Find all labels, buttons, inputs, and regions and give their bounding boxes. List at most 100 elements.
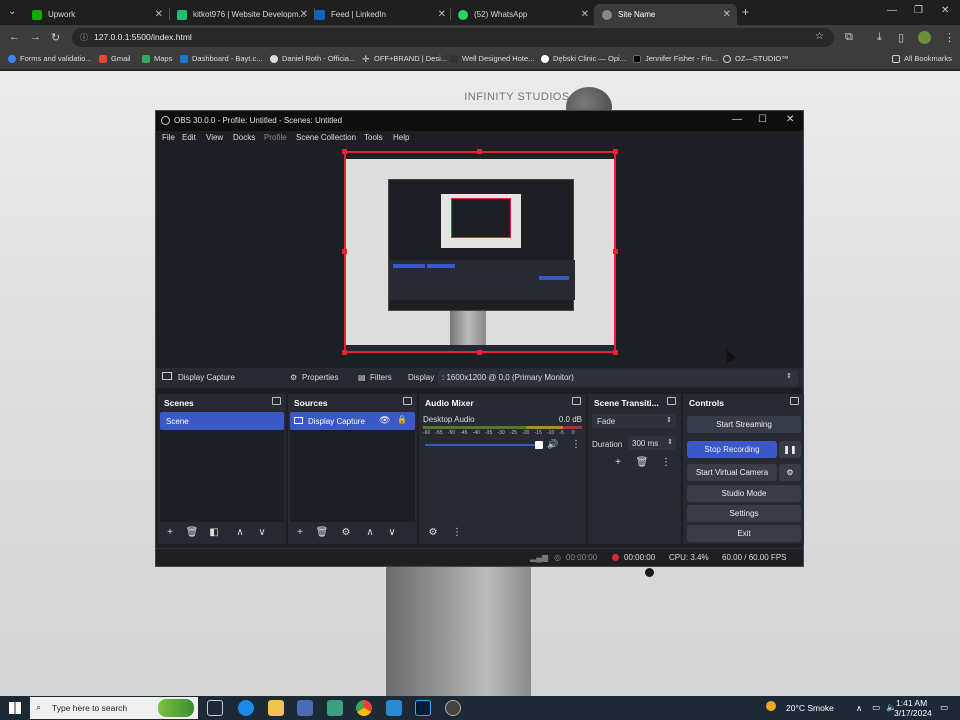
bookmark-item[interactable]: OZ—STUDIO™ [723,54,789,63]
advanced-audio-icon[interactable]: ⚙ [425,526,441,540]
popout-icon[interactable] [572,397,581,405]
bookmark-item[interactable]: Dashboard - Bayt.c... [180,54,262,63]
bookmark-item[interactable]: Gmail [99,54,131,63]
menu-kebab-icon[interactable]: ⋮ [449,526,465,540]
source-item[interactable]: Display Capture 👁 🔒 [290,412,415,430]
tab-upwork[interactable]: Upwork ✕ [24,4,169,25]
move-down-icon[interactable]: ∨ [384,526,400,540]
bookmark-item[interactable]: Dębski Clinic — Opi... [541,54,626,63]
resize-handle[interactable] [613,350,618,355]
store-icon[interactable] [297,700,313,716]
bookmark-item[interactable]: Daniel Roth - Officia... [270,54,355,63]
popout-icon[interactable] [667,397,676,405]
maximize-icon[interactable]: ❐ [914,5,923,16]
menu-edit[interactable]: Edit [182,133,196,142]
resize-handle[interactable] [342,249,347,254]
volume-slider[interactable] [425,444,539,446]
notifications-icon[interactable]: ▭ [940,702,948,713]
minimize-icon[interactable]: — [732,114,742,125]
popout-icon[interactable] [272,397,281,405]
download-icon[interactable]: ⤓ [877,31,882,44]
pause-icon[interactable]: ❚❚ [779,441,801,458]
duration-input[interactable]: 300 ms ⇕ [628,436,676,450]
site-info-icon[interactable]: ⓘ [80,32,88,43]
volume-slider-handle[interactable] [535,441,543,449]
chrome-icon[interactable] [356,700,372,716]
file-explorer-icon[interactable] [268,700,284,716]
resize-handle[interactable] [342,149,347,154]
resize-handle[interactable] [342,350,347,355]
gear-icon[interactable]: ⚙ [779,464,801,481]
move-up-icon[interactable]: ∧ [232,526,248,540]
menu-help[interactable]: Help [393,133,409,142]
obs-icon[interactable] [445,700,461,716]
tab-site-name[interactable]: Site Name ✕ [594,4,737,25]
obs-preview-area[interactable] [156,145,803,359]
minimize-icon[interactable]: — [887,5,897,16]
eye-icon[interactable]: 👁 [379,415,390,426]
weather-text[interactable]: 20°C Smoke [786,703,834,713]
close-icon[interactable]: ✕ [786,114,794,125]
menu-kebab-icon[interactable]: ⋮ [944,31,955,44]
menu-view[interactable]: View [206,133,223,142]
menu-kebab-icon[interactable]: ⋮ [658,456,674,470]
menu-kebab-icon[interactable]: ⋮ [571,439,581,450]
bookmark-item[interactable]: ✛ OFF+BRAND | Desi... [362,54,447,63]
preview-display-capture[interactable] [344,151,616,353]
trash-icon[interactable]: 🗑 [184,526,200,540]
popout-icon[interactable] [403,397,412,405]
menu-profile[interactable]: Profile [264,133,287,142]
all-bookmarks-button[interactable]: All Bookmarks [892,54,952,63]
windows-start-icon[interactable] [9,702,21,714]
scene-item[interactable]: Scene [160,412,284,430]
add-transition-button[interactable]: + [610,456,626,470]
bookmark-item[interactable]: Jennifer Fisher - Fin... [633,54,718,63]
start-virtual-camera-button[interactable]: Start Virtual Camera [687,464,777,481]
close-icon[interactable]: ✕ [723,9,731,20]
lock-icon[interactable]: 🔒 [397,415,407,424]
speaker-icon[interactable]: 🔊 [547,439,558,450]
gear-icon[interactable]: ⚙ [338,526,354,540]
vscode-icon[interactable] [386,700,402,716]
move-down-icon[interactable]: ∨ [254,526,270,540]
photoshop-icon[interactable] [415,700,431,716]
taskbar-search[interactable]: ⌕ Type here to search [30,697,198,719]
settings-button[interactable]: Settings [687,505,801,522]
filters-button[interactable]: Filters [370,373,392,382]
close-icon[interactable]: ✕ [581,9,589,20]
transition-select[interactable]: Fade ⇕ [592,414,676,428]
close-icon[interactable]: ✕ [155,9,163,20]
close-icon[interactable]: ✕ [438,9,446,20]
resize-handle[interactable] [477,149,482,154]
studio-mode-button[interactable]: Studio Mode [687,485,801,502]
trash-icon[interactable]: 🗑 [634,456,650,470]
tray-chevron-icon[interactable]: ∧ [856,703,862,714]
menu-docks[interactable]: Docks [233,133,255,142]
trash-icon[interactable]: 🗑 [314,526,330,540]
maximize-icon[interactable]: ☐ [758,114,767,125]
move-up-icon[interactable]: ∧ [362,526,378,540]
edge-icon[interactable] [238,700,254,716]
forward-arrow-icon[interactable]: → [30,31,41,43]
new-tab-button[interactable]: + [742,5,749,19]
menu-scene-collection[interactable]: Scene Collection [296,133,356,142]
exit-button[interactable]: Exit [687,525,801,542]
back-arrow-icon[interactable]: ← [9,31,20,43]
menu-tools[interactable]: Tools [364,133,383,142]
bookmark-item[interactable]: Maps [142,54,172,63]
scene-filters-icon[interactable]: ◧ [206,526,222,540]
resize-handle[interactable] [477,350,482,355]
tab-whatsapp[interactable]: (52) WhatsApp ✕ [450,4,595,25]
resize-handle[interactable] [613,149,618,154]
add-scene-button[interactable]: + [162,526,178,540]
task-view-icon[interactable] [207,700,223,716]
clock-date[interactable]: 3/17/2024 [894,708,932,718]
avatar[interactable] [918,31,931,44]
bookmark-item[interactable]: Well Designed Hote... [450,54,534,63]
properties-button[interactable]: Properties [302,373,338,382]
tab-linkedin[interactable]: Feed | LinkedIn ✕ [307,4,452,25]
reload-icon[interactable]: ↻ [51,31,60,44]
tab-search-icon[interactable]: ⌄ [8,6,16,17]
app-icon[interactable] [327,700,343,716]
extensions-icon[interactable]: ⧉ [845,31,853,44]
